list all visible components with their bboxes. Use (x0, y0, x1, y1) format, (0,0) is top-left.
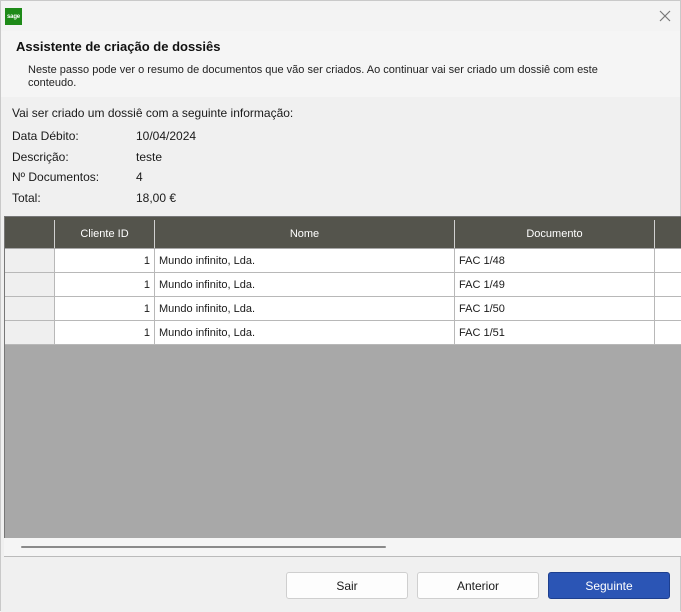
cell-extra[interactable] (655, 297, 681, 321)
num-documentos-value: 4 (136, 170, 143, 184)
header-cliente-id[interactable]: Cliente ID (55, 220, 155, 248)
row-selector[interactable] (5, 249, 55, 273)
scrollbar-thumb[interactable] (21, 546, 386, 548)
row-selector[interactable] (5, 297, 55, 321)
cell-nome[interactable]: Mundo infinito, Lda. (155, 273, 455, 297)
cell-documento[interactable]: FAC 1/49 (455, 273, 655, 297)
previous-button[interactable]: Anterior (417, 572, 539, 599)
exit-button[interactable]: Sair (286, 572, 408, 599)
table-row[interactable]: 1 Mundo infinito, Lda. FAC 1/49 (5, 273, 681, 297)
row-selector[interactable] (5, 321, 55, 345)
sage-logo-icon: sage (5, 8, 22, 25)
cell-nome[interactable]: Mundo infinito, Lda. (155, 321, 455, 345)
cell-extra[interactable] (655, 273, 681, 297)
cell-cliente-id[interactable]: 1 (55, 321, 155, 345)
next-button[interactable]: Seguinte (548, 572, 670, 599)
cell-extra[interactable] (655, 249, 681, 273)
table-row[interactable]: 1 Mundo infinito, Lda. FAC 1/48 (5, 249, 681, 273)
summary-intro: Vai ser criado um dossiê com a seguinte … (12, 106, 294, 120)
header-documento[interactable]: Documento (455, 220, 655, 248)
wizard-description: Neste passo pode ver o resumo de documen… (28, 64, 598, 89)
grid-header: Cliente ID Nome Documento (5, 217, 681, 248)
cell-documento[interactable]: FAC 1/48 (455, 249, 655, 273)
table-row[interactable]: 1 Mundo infinito, Lda. FAC 1/50 (5, 297, 681, 321)
header-row-selector[interactable] (5, 220, 55, 248)
cell-documento[interactable]: FAC 1/51 (455, 321, 655, 345)
cell-nome[interactable]: Mundo infinito, Lda. (155, 249, 455, 273)
cell-nome[interactable]: Mundo infinito, Lda. (155, 297, 455, 321)
total-value: 18,00 € (136, 191, 177, 205)
descricao-value: teste (136, 150, 163, 164)
close-icon (659, 10, 671, 22)
horizontal-scrollbar[interactable] (4, 538, 681, 557)
cell-documento[interactable]: FAC 1/50 (455, 297, 655, 321)
cell-extra[interactable] (655, 321, 681, 345)
cell-cliente-id[interactable]: 1 (55, 297, 155, 321)
data-debito-value: 10/04/2024 (136, 129, 197, 143)
wizard-title: Assistente de criação de dossiês (16, 39, 221, 54)
total-label: Total: (12, 191, 41, 205)
cell-cliente-id[interactable]: 1 (55, 249, 155, 273)
num-documentos-label: Nº Documentos: (12, 170, 100, 184)
cell-cliente-id[interactable]: 1 (55, 273, 155, 297)
title-bar: sage (1, 1, 680, 31)
header-nome[interactable]: Nome (155, 220, 455, 248)
table-row[interactable]: 1 Mundo infinito, Lda. FAC 1/51 (5, 321, 681, 345)
header-extra[interactable] (655, 220, 681, 248)
row-selector[interactable] (5, 273, 55, 297)
data-debito-label: Data Débito: (12, 129, 79, 143)
documents-grid[interactable]: Cliente ID Nome Documento 1 Mundo infini… (4, 216, 681, 557)
descricao-label: Descrição: (12, 150, 69, 164)
wizard-window: sage Assistente de criação de dossiês Ne… (0, 0, 681, 612)
close-button[interactable] (654, 5, 676, 27)
